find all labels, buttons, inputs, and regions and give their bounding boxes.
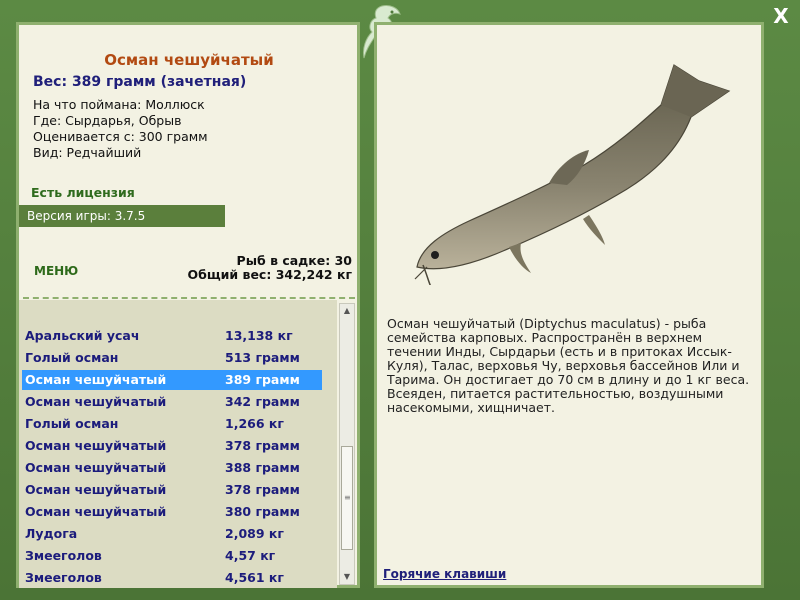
catch-list-row[interactable]: Змееголов 4,57 кг xyxy=(22,546,322,566)
hotkeys-link[interactable]: Горячие клавиши xyxy=(383,567,506,581)
catch-list-row[interactable]: Осман чешуйчатый 389 грамм xyxy=(22,370,322,390)
catch-fish-weight: 388 грамм xyxy=(225,460,300,475)
keepnet-stats: Рыб в садке: 30 Общий вес: 342,242 кг xyxy=(188,254,353,282)
fish-details: На что поймана: Моллюск Где: Сырдарья, О… xyxy=(33,97,208,161)
catch-fish-weight: 4,57 кг xyxy=(225,548,276,563)
fish-weight: Вес: 389 грамм (зачетная) xyxy=(33,74,247,90)
license-status: Есть лицензия xyxy=(31,185,135,200)
catch-fish-weight: 389 грамм xyxy=(225,372,300,387)
catch-fish-name: Осман чешуйчатый xyxy=(25,372,167,387)
fish-description: Осман чешуйчатый (Diptychus maculatus) -… xyxy=(387,316,750,415)
fish-count: Рыб в садке: 30 xyxy=(236,253,352,268)
scroll-up-arrow-icon[interactable]: ▲ xyxy=(340,304,354,318)
catch-list-row[interactable]: Осман чешуйчатый 378 грамм xyxy=(22,480,322,500)
catch-fish-name: Осман чешуйчатый xyxy=(25,482,167,497)
caught-on-text: На что поймана: Моллюск xyxy=(33,97,205,112)
catch-fish-name: Змееголов xyxy=(25,548,102,563)
catch-fish-weight: 2,089 кг xyxy=(225,526,284,541)
catch-fish-name: Голый осман xyxy=(25,416,119,431)
catch-fish-weight: 1,266 кг xyxy=(225,416,284,431)
catch-fish-name: Осман чешуйчатый xyxy=(25,438,167,453)
menu-button[interactable]: МЕНЮ xyxy=(34,264,78,278)
catch-fish-weight: 13,138 кг xyxy=(225,328,293,343)
catch-list-row[interactable]: Осман чешуйчатый 342 грамм xyxy=(22,392,322,412)
catch-fish-name: Осман чешуйчатый xyxy=(25,460,167,475)
fish-title: Осман чешуйчатый xyxy=(104,51,274,69)
catch-fish-name: Осман чешуйчатый xyxy=(25,504,167,519)
fish-info-panel: Осман чешуйчатый Вес: 389 грамм (зачетна… xyxy=(16,22,360,588)
catch-list-row[interactable]: Осман чешуйчатый 380 грамм xyxy=(22,502,322,522)
catch-list[interactable]: Аральский усач 13,138 кг Голый осман 513 гр… xyxy=(19,300,337,588)
rated-from-text: Оценивается с: 300 грамм xyxy=(33,129,208,144)
scroll-grip-icon: ≡ xyxy=(344,493,351,502)
scroll-down-arrow-icon[interactable]: ▼ xyxy=(340,570,354,584)
catch-list-row[interactable]: Голый осман 1,266 кг xyxy=(22,414,322,434)
fish-image xyxy=(414,64,731,285)
catch-fish-name: Голый осман xyxy=(25,350,119,365)
catch-fish-name: Осман чешуйчатый xyxy=(25,394,167,409)
catch-list-row[interactable]: Аральский усач 13,138 кг xyxy=(22,326,322,346)
catch-list-row[interactable]: Голый осман 513 грамм xyxy=(22,348,322,368)
list-scrollbar[interactable]: ▲ ≡ ▼ xyxy=(339,303,355,585)
scroll-thumb[interactable]: ≡ xyxy=(341,446,353,550)
catch-fish-weight: 378 грамм xyxy=(225,482,300,497)
catch-list-row[interactable]: Лудога 2,089 кг xyxy=(22,524,322,544)
catch-list-row[interactable]: Осман чешуйчатый 388 грамм xyxy=(22,458,322,478)
catch-fish-weight: 380 грамм xyxy=(225,504,300,519)
catch-fish-name: Лудога xyxy=(25,526,78,541)
catch-fish-weight: 378 грамм xyxy=(225,438,300,453)
fish-picture-panel: Осман чешуйчатый (Diptychus maculatus) -… xyxy=(374,22,764,588)
rarity-text: Вид: Редчайший xyxy=(33,145,142,160)
version-bar: Версия игры: 3.7.5 xyxy=(19,205,225,227)
catch-fish-weight: 342 грамм xyxy=(225,394,300,409)
catch-list-row[interactable]: Змееголов 4,561 кг xyxy=(22,568,322,588)
divider xyxy=(23,297,355,299)
close-button[interactable]: X xyxy=(770,5,792,27)
catch-fish-name: Змееголов xyxy=(25,570,102,585)
total-weight: Общий вес: 342,242 кг xyxy=(187,267,353,282)
location-text: Где: Сырдарья, Обрыв xyxy=(33,113,182,128)
catch-fish-weight: 4,561 кг xyxy=(225,570,284,585)
catch-list-row[interactable]: Осман чешуйчатый 378 грамм xyxy=(22,436,322,456)
catch-fish-weight: 513 грамм xyxy=(225,350,300,365)
catch-fish-name: Аральский усач xyxy=(25,328,140,343)
